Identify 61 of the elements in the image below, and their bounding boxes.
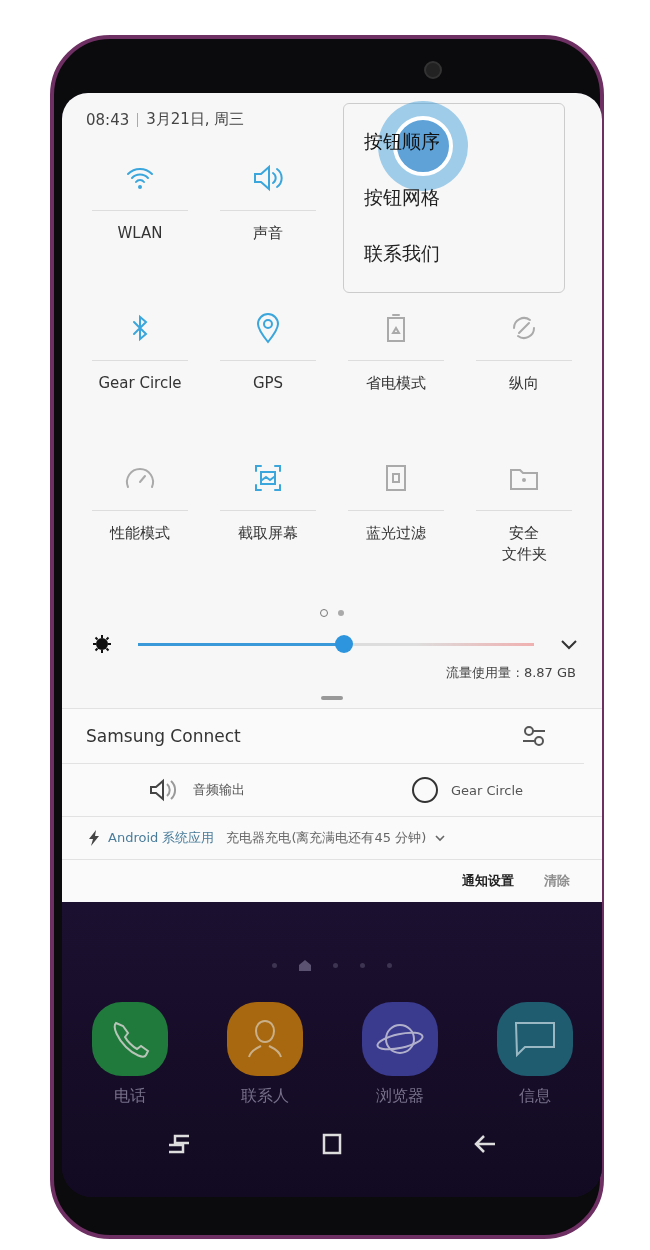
- wifi-icon: [125, 165, 155, 191]
- tile-label: WLAN: [117, 223, 163, 244]
- app-label: 电话: [113, 1086, 146, 1107]
- samsung-connect-title: Samsung Connect: [86, 726, 241, 746]
- tile-label: 纵向: [509, 373, 539, 394]
- app-label: 联系人: [240, 1086, 289, 1107]
- tile-label: 蓝光过滤: [366, 523, 426, 544]
- circle-icon: [411, 776, 439, 804]
- quick-setting-tile[interactable]: 纵向: [460, 296, 588, 446]
- front-camera: [424, 61, 442, 79]
- app-icon[interactable]: [91, 1002, 168, 1076]
- tile-label: Gear Circle: [98, 373, 182, 394]
- recent-apps-icon[interactable]: [166, 1133, 191, 1155]
- quick-setting-tile[interactable]: 性能模式: [76, 446, 204, 596]
- chevron-down-icon[interactable]: [560, 638, 578, 650]
- slider-thumb[interactable]: [334, 635, 353, 653]
- bluetooth-icon: [130, 314, 150, 342]
- device-button[interactable]: 音频输出: [62, 764, 332, 816]
- tile-label: 声音: [253, 223, 283, 244]
- app-label: 信息: [518, 1086, 551, 1107]
- menu-item[interactable]: 按钮顺序: [344, 114, 564, 170]
- device-button[interactable]: Gear Circle: [332, 764, 602, 816]
- quick-setting-tile[interactable]: 安全 文件夹: [460, 446, 588, 596]
- drag-handle[interactable]: [321, 696, 343, 700]
- screenshot-icon: [253, 463, 283, 493]
- tile-label: 省电模式: [366, 373, 426, 394]
- document-icon: [385, 464, 407, 492]
- clock-time: 08:43: [86, 110, 130, 129]
- home-button-icon[interactable]: [321, 1133, 343, 1155]
- tile-label: GPS: [252, 373, 284, 394]
- battery-icon: [385, 313, 407, 343]
- date-text: 3月21日, 周三: [146, 110, 245, 129]
- gauge-icon: [124, 466, 156, 490]
- settings-sliders-icon[interactable]: [522, 725, 546, 747]
- tile-label: 文件夹: [501, 544, 547, 565]
- quick-setting-tile[interactable]: Gear Circle: [76, 296, 204, 446]
- bolt-icon: [88, 830, 100, 846]
- app-icon[interactable]: [226, 1002, 303, 1076]
- app-icon[interactable]: [496, 1002, 573, 1076]
- quick-setting-tile[interactable]: 声音: [204, 146, 332, 296]
- quick-setting-tile[interactable]: 截取屏幕: [204, 446, 332, 596]
- app-icon[interactable]: [361, 1002, 438, 1076]
- tile-label: 安全: [509, 523, 539, 544]
- back-icon[interactable]: [473, 1133, 498, 1155]
- footer-button[interactable]: 通知设置: [460, 868, 516, 894]
- brightness-icon: [92, 634, 112, 654]
- menu-item[interactable]: 按钮网格: [344, 170, 564, 226]
- tile-label: 性能模式: [110, 523, 170, 544]
- quick-setting-tile[interactable]: GPS: [204, 296, 332, 446]
- quick-setting-tile[interactable]: 省电模式: [332, 296, 460, 446]
- tile-label: 截取屏幕: [238, 523, 298, 544]
- location-pin-icon: [255, 312, 281, 344]
- data-usage-text: 流量使用量 : 8.87 GB: [446, 664, 576, 682]
- notification-app-name: Android 系统应用: [108, 829, 215, 847]
- notification-text: 充电器充电(离充满电还有45 分钟): [226, 829, 427, 847]
- chevron-down-icon[interactable]: [434, 834, 447, 842]
- quick-setting-tile[interactable]: WLAN: [76, 146, 204, 296]
- quick-setting-tile[interactable]: 蓝光过滤: [332, 446, 460, 596]
- speaker-icon: [252, 163, 284, 193]
- menu-item[interactable]: 联系我们: [344, 226, 564, 282]
- app-label: 浏览器: [375, 1086, 424, 1107]
